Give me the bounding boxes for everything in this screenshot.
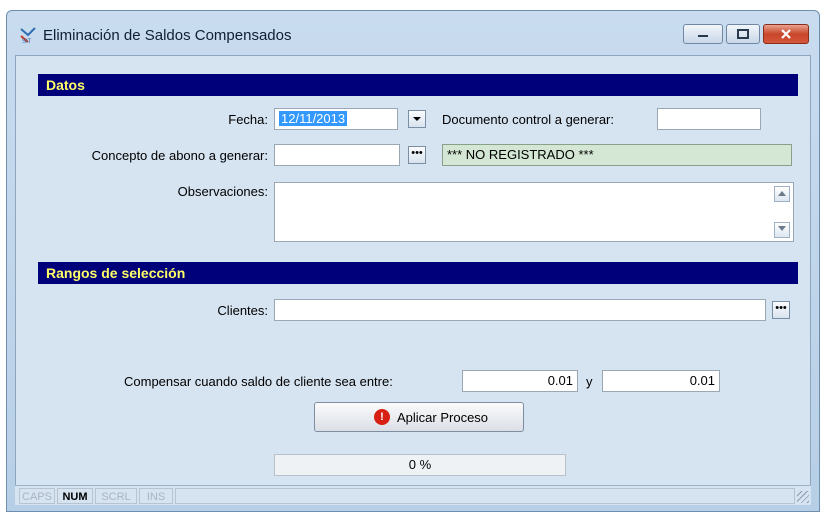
section-header-rangos: Rangos de selección — [38, 262, 798, 284]
fecha-field[interactable]: 12/11/2013 — [274, 108, 398, 130]
compensar-min-field[interactable]: 0.01 — [462, 370, 578, 392]
clientes-field[interactable] — [274, 299, 766, 321]
documento-label: Documento control a generar: — [442, 112, 614, 127]
section-header-datos: Datos — [38, 74, 798, 96]
window-title: Eliminación de Saldos Compensados — [43, 27, 292, 44]
scroll-down-icon — [778, 226, 786, 231]
concepto-status-field: *** NO REGISTRADO *** — [442, 144, 792, 166]
minimize-button[interactable] — [683, 24, 723, 44]
ellipsis-icon: ••• — [775, 302, 787, 314]
title-bar[interactable]: SIT Eliminación de Saldos Compensados — [7, 11, 819, 55]
scroll-up-icon — [778, 191, 786, 196]
compensar-max-field[interactable]: 0.01 — [602, 370, 720, 392]
close-icon — [781, 29, 791, 39]
concepto-lookup-button[interactable]: ••• — [408, 146, 426, 164]
documento-field[interactable] — [657, 108, 761, 130]
observaciones-textarea[interactable] — [274, 182, 794, 242]
app-icon: SIT — [20, 27, 36, 44]
status-message — [175, 488, 795, 504]
status-bar: CAPS NUM SCRL INS — [15, 485, 811, 505]
ellipsis-icon: ••• — [411, 147, 423, 159]
status-ins: INS — [139, 488, 173, 504]
concepto-label: Concepto de abono a generar: — [91, 148, 268, 163]
svg-text:SIT: SIT — [22, 39, 32, 44]
form-area: Datos Fecha: 12/11/2013 Documento contro… — [15, 55, 811, 504]
scroll-down-arrow[interactable] — [774, 222, 790, 238]
status-num: NUM — [57, 488, 93, 504]
progress-text: 0 % — [408, 457, 432, 472]
status-scrl: SCRL — [95, 488, 137, 504]
fecha-dropdown-button[interactable] — [408, 110, 426, 128]
fecha-value: 12/11/2013 — [279, 111, 348, 126]
main-window: SIT Eliminación de Saldos Compensados Da… — [6, 10, 820, 512]
concepto-field[interactable] — [274, 144, 400, 166]
compensar-label: Compensar cuando saldo de cliente sea en… — [124, 374, 393, 389]
compensar-and-label: y — [586, 374, 593, 389]
stop-icon: ! — [374, 409, 390, 425]
minimize-icon — [698, 35, 708, 37]
fecha-label: Fecha: — [228, 112, 268, 127]
aplicar-proceso-button[interactable]: ! Aplicar Proceso — [314, 402, 524, 432]
aplicar-proceso-label: Aplicar Proceso — [397, 410, 489, 425]
clientes-lookup-button[interactable]: ••• — [772, 301, 790, 319]
close-button[interactable] — [763, 24, 809, 44]
progress-bar: 0 % — [274, 454, 566, 476]
maximize-icon — [737, 29, 749, 39]
status-caps: CAPS — [19, 488, 55, 504]
chevron-down-icon — [413, 117, 421, 121]
clientes-label: Clientes: — [217, 303, 268, 318]
scroll-up-arrow[interactable] — [774, 186, 790, 202]
observaciones-label: Observaciones: — [177, 184, 268, 199]
resize-grip[interactable] — [797, 491, 809, 503]
maximize-button[interactable] — [726, 24, 760, 44]
